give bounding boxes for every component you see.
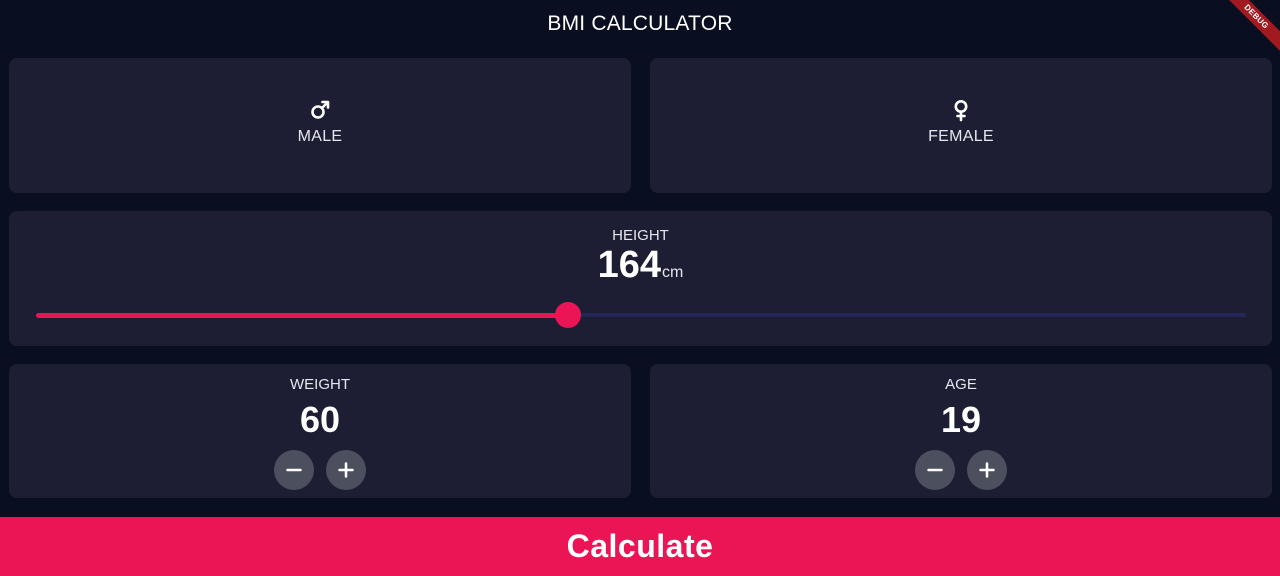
age-label: AGE bbox=[945, 376, 977, 393]
age-decrement-button[interactable] bbox=[915, 450, 955, 490]
weight-decrement-button[interactable] bbox=[274, 450, 314, 490]
weight-increment-button[interactable] bbox=[326, 450, 366, 490]
slider-thumb[interactable] bbox=[555, 302, 581, 328]
age-controls bbox=[650, 450, 1272, 490]
female-symbol-icon bbox=[954, 99, 968, 121]
weight-label: WEIGHT bbox=[290, 376, 350, 393]
male-symbol-icon bbox=[311, 100, 330, 119]
age-increment-button[interactable] bbox=[967, 450, 1007, 490]
age-value: 19 bbox=[940, 399, 982, 440]
height-value: 164 bbox=[597, 244, 662, 286]
male-label: MALE bbox=[297, 127, 343, 145]
male-gender-card[interactable]: MALE bbox=[9, 58, 631, 193]
female-gender-card[interactable]: FEMALE bbox=[650, 58, 1272, 193]
plus-icon bbox=[338, 462, 354, 478]
height-slider[interactable] bbox=[36, 302, 1246, 328]
height-card: HEIGHT 164 cm bbox=[9, 211, 1272, 346]
minus-icon bbox=[286, 468, 302, 472]
height-unit: cm bbox=[662, 264, 684, 281]
height-label: HEIGHT bbox=[612, 227, 669, 244]
slider-active-track bbox=[36, 313, 568, 318]
female-label: FEMALE bbox=[928, 127, 994, 145]
weight-value: 60 bbox=[299, 399, 341, 440]
height-readout: 164 cm bbox=[9, 243, 1272, 287]
minus-icon bbox=[927, 468, 943, 472]
calculate-button[interactable]: Calculate bbox=[0, 517, 1280, 576]
calculate-label: Calculate bbox=[566, 528, 714, 564]
app-title: BMI CALCULATOR bbox=[547, 11, 733, 35]
weight-card: WEIGHT 60 bbox=[9, 364, 631, 498]
bmi-calculator-app: BMI CALCULATOR MALE FEMALE HEIGHT 164 cm bbox=[0, 0, 1280, 576]
age-card: AGE 19 bbox=[650, 364, 1272, 498]
weight-controls bbox=[9, 450, 631, 490]
plus-icon bbox=[979, 462, 995, 478]
app-bar: BMI CALCULATOR bbox=[0, 0, 1280, 48]
